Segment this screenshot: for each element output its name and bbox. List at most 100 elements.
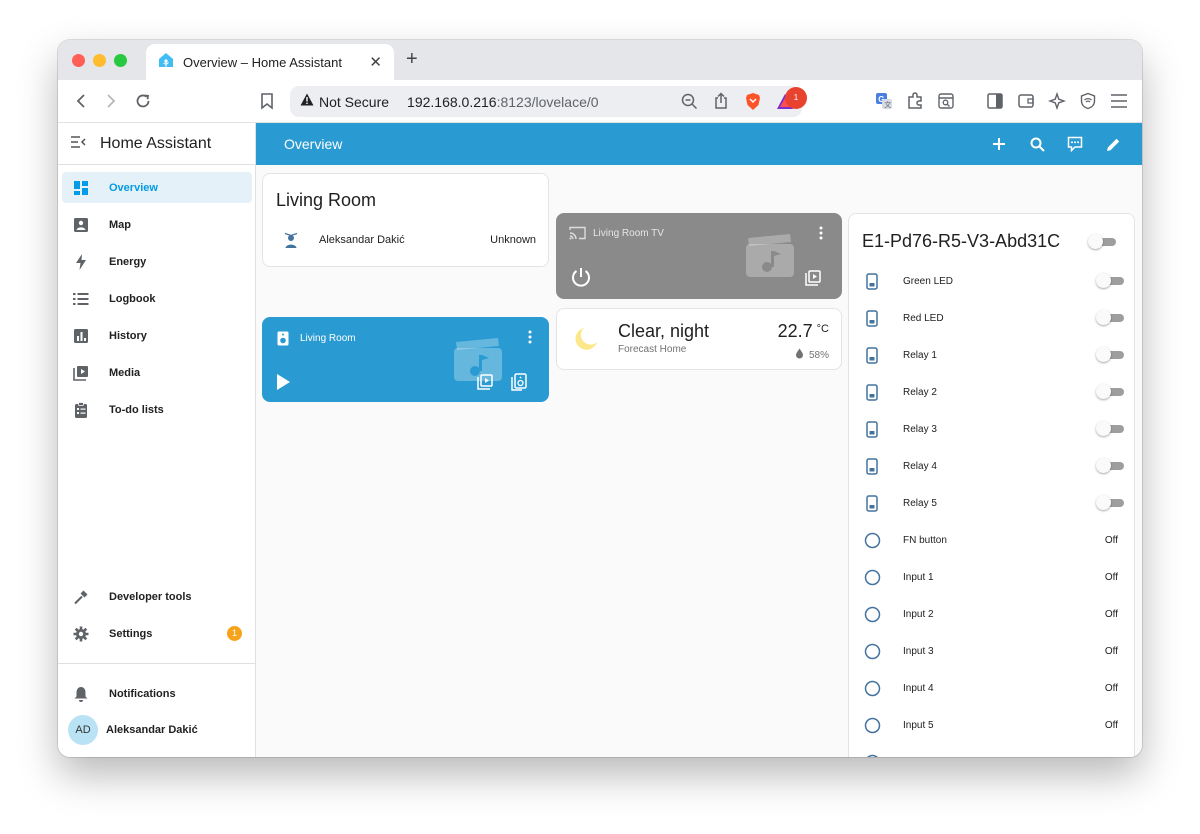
menu-collapse-icon[interactable] <box>70 135 86 153</box>
sidebar-item-history[interactable]: History <box>62 320 252 351</box>
input-state: Off <box>1104 571 1118 583</box>
switch-toggle[interactable] <box>1096 495 1124 510</box>
switch-row[interactable]: Relay 5 <box>861 489 1124 517</box>
minimize-window-button[interactable] <box>93 54 106 67</box>
input-row[interactable]: Input 2 Off <box>861 600 1124 628</box>
more-options-icon[interactable] <box>819 226 823 245</box>
input-label: Input 3 <box>903 645 934 657</box>
switch-device-icon <box>861 418 883 440</box>
speaker-group-icon[interactable] <box>511 373 527 396</box>
sidebar-item-energy[interactable]: Energy <box>62 246 252 277</box>
switch-row[interactable]: Relay 3 <box>861 415 1124 443</box>
switch-label: Relay 3 <box>903 423 937 435</box>
card-title: Living Room <box>276 190 377 210</box>
tv-card[interactable]: Living Room TV <box>556 213 842 299</box>
translate-icon[interactable]: G文 <box>873 90 895 112</box>
switch-toggle[interactable] <box>1096 384 1124 399</box>
zoom-out-icon[interactable] <box>678 90 700 112</box>
sidebar-item-map[interactable]: Map <box>62 209 252 240</box>
security-indicator[interactable]: Not Secure <box>319 94 389 110</box>
zoom-window-button[interactable] <box>114 54 127 67</box>
extensions-puzzle-icon[interactable] <box>904 90 926 112</box>
switch-row[interactable]: Green LED <box>861 267 1124 295</box>
input-label: Input 1 <box>903 571 934 583</box>
play-box-icon <box>72 364 90 382</box>
brave-shields-icon[interactable] <box>742 90 764 112</box>
add-icon[interactable] <box>988 133 1010 155</box>
input-label: Input 4 <box>903 682 934 694</box>
person-name[interactable]: Aleksandar Dakić <box>319 234 405 246</box>
browser-tab[interactable]: Overview – Home Assistant ✕ <box>146 44 394 80</box>
music-video-icon <box>745 234 795 283</box>
sidebar-toggle-icon[interactable] <box>984 90 1006 112</box>
switch-row[interactable]: Relay 2 <box>861 378 1124 406</box>
leo-ai-icon[interactable] <box>1046 90 1068 112</box>
address-bar[interactable]: Not Secure 192.168.0.216:8123/lovelace/0… <box>290 86 807 117</box>
brave-rewards-icon[interactable]: 1 <box>774 87 807 112</box>
switch-row[interactable]: Relay 1 <box>861 341 1124 369</box>
sidebar-item-label: Map <box>109 218 131 231</box>
sidebar-item-notifications[interactable]: Notifications <box>62 678 252 709</box>
sidebar-item-media[interactable]: Media <box>62 357 252 388</box>
bell-icon <box>72 685 90 703</box>
menu-icon[interactable] <box>1108 90 1130 112</box>
radio-blank-icon <box>861 603 883 625</box>
assist-icon[interactable] <box>1064 133 1086 155</box>
input-row[interactable]: Input 1 Off <box>861 563 1124 591</box>
sidebar-item-todo[interactable]: To-do lists <box>62 394 252 425</box>
switch-row[interactable]: Red LED <box>861 304 1124 332</box>
edit-pencil-icon[interactable] <box>1102 133 1124 155</box>
switch-label: Red LED <box>903 312 944 324</box>
switch-toggle[interactable] <box>1096 347 1124 362</box>
device-card: E1-Pd76-R5-V3-Abd31C Green LED Red LED Rel… <box>848 213 1135 757</box>
browse-media-icon[interactable] <box>805 270 821 291</box>
sidebar-item-overview[interactable]: Overview <box>62 172 252 203</box>
device-title: E1-Pd76-R5-V3-Abd31C <box>862 231 1061 251</box>
forward-arrow-icon[interactable] <box>100 90 122 112</box>
back-arrow-icon[interactable] <box>70 90 92 112</box>
input-row[interactable]: FN button Off <box>861 526 1124 554</box>
input-row[interactable]: Input 5 Off <box>861 711 1124 739</box>
sidebar-item-profile[interactable]: AD Aleksandar Dakić <box>62 714 252 745</box>
reload-icon[interactable] <box>132 90 154 112</box>
bookmark-icon[interactable] <box>256 90 278 112</box>
input-label: Input 6 <box>903 757 1105 758</box>
vpn-shield-icon[interactable] <box>1077 90 1099 112</box>
ha-header: Overview <box>256 123 1142 165</box>
ha-sidebar: Home Assistant Overview Map Energy Logbo… <box>58 123 256 757</box>
search-icon[interactable] <box>1026 133 1048 155</box>
switch-toggle[interactable] <box>1096 458 1124 473</box>
switch-row[interactable]: Relay 4 <box>861 452 1124 480</box>
power-icon[interactable] <box>570 266 592 293</box>
page-title: Overview <box>284 136 343 152</box>
more-options-icon[interactable] <box>528 330 532 349</box>
svg-text:文: 文 <box>884 100 891 109</box>
switch-toggle[interactable] <box>1096 310 1124 325</box>
sidebar-item-logbook[interactable]: Logbook <box>62 283 252 314</box>
sidebar-item-label: Settings <box>109 627 153 640</box>
input-state: Off <box>1104 534 1118 546</box>
reader-mode-icon[interactable] <box>935 90 957 112</box>
sidebar-item-developer-tools[interactable]: Developer tools <box>62 581 252 612</box>
input-row[interactable]: Input 3 Off <box>861 637 1124 665</box>
input-row[interactable]: Input 6Off <box>861 748 1124 757</box>
share-icon[interactable] <box>710 90 732 112</box>
sidebar-item-settings[interactable]: Settings 1 <box>62 618 252 649</box>
input-row[interactable]: Input 4 Off <box>861 674 1124 702</box>
new-tab-button[interactable]: + <box>406 48 418 70</box>
weather-subtitle: Forecast Home <box>618 344 687 355</box>
device-master-toggle[interactable] <box>1088 234 1116 249</box>
switch-toggle[interactable] <box>1096 421 1124 436</box>
switch-device-icon <box>861 455 883 477</box>
switch-toggle[interactable] <box>1096 273 1124 288</box>
radio-blank-icon <box>861 566 883 588</box>
radio-blank-icon <box>861 714 883 736</box>
close-window-button[interactable] <box>72 54 85 67</box>
sidebar-title: Home Assistant <box>100 134 212 152</box>
wallet-icon[interactable] <box>1015 90 1037 112</box>
weather-card[interactable]: Clear, night Forecast Home 22.7 °C 58% <box>556 308 842 370</box>
browse-media-icon[interactable] <box>477 374 493 395</box>
media-player-card[interactable]: Living Room <box>262 317 549 402</box>
close-tab-icon[interactable]: ✕ <box>369 53 382 71</box>
play-icon[interactable] <box>275 373 291 396</box>
